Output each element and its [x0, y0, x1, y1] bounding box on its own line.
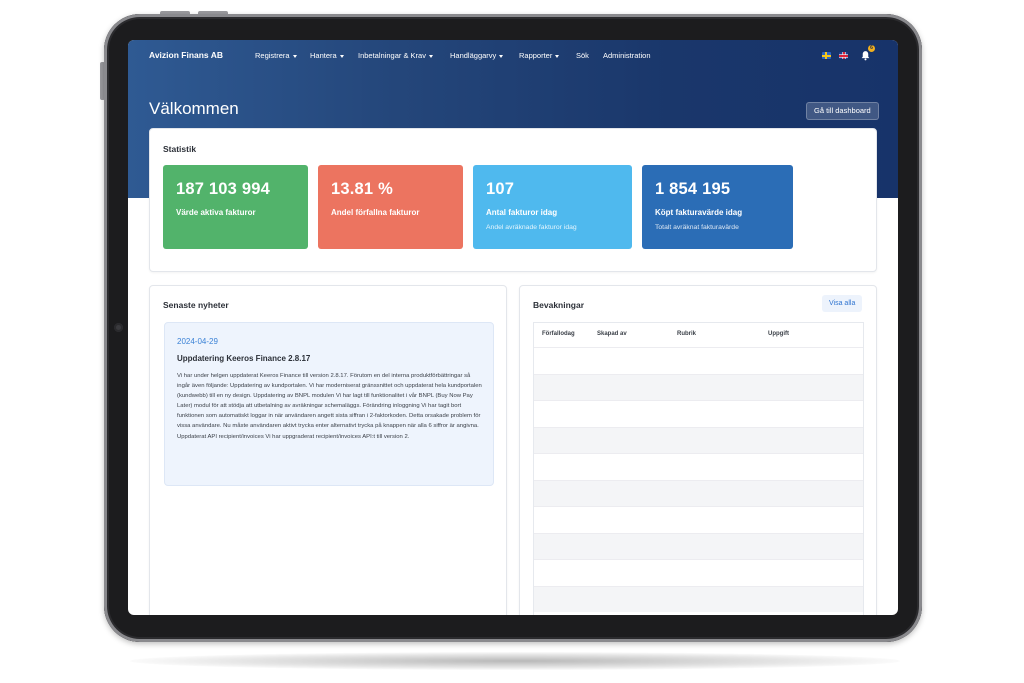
- news-date: 2024-04-29: [177, 337, 218, 346]
- go-to-dashboard-button[interactable]: Gå till dashboard: [806, 102, 879, 120]
- news-headline: Uppdatering Keeros Finance 2.8.17: [177, 354, 311, 363]
- nav-item-administration[interactable]: Administration: [603, 51, 651, 60]
- nav-item-rapporter[interactable]: Rapporter: [519, 51, 560, 60]
- stat-label: Köpt fakturavärde idag: [655, 208, 743, 217]
- stat-card-invoices-today: 107 Antal fakturor idag Andel avräknade …: [473, 165, 632, 249]
- table-row: [534, 585, 863, 612]
- stat-sublabel: Andel avräknade fakturor idag: [486, 224, 577, 231]
- table-row: [534, 532, 863, 559]
- tablet-shadow: [130, 652, 900, 670]
- nav-item-handlaggarvy[interactable]: Handläggarvy: [450, 51, 504, 60]
- table-row: [534, 373, 863, 400]
- statistics-title: Statistik: [163, 144, 197, 154]
- stat-label: Andel förfallna fakturor: [331, 208, 420, 217]
- table-row: [534, 426, 863, 453]
- stat-card-active-invoices: 187 103 994 Värde aktiva fakturor: [163, 165, 308, 249]
- notification-badge: 6: [868, 45, 875, 52]
- table-row: [534, 347, 863, 374]
- caret-down-icon: [555, 54, 560, 58]
- stat-card-purchased-value: 1 854 195 Köpt fakturavärde idag Totalt …: [642, 165, 793, 249]
- table-row: [534, 400, 863, 427]
- product-mockup: Avizion Finans AB Registrera Hantera Inb…: [0, 0, 1024, 683]
- brand-name[interactable]: Avizion Finans AB: [149, 50, 223, 60]
- caret-down-icon: [499, 54, 504, 58]
- nav-item-hantera[interactable]: Hantera: [310, 51, 344, 60]
- tablet-screen: Avizion Finans AB Registrera Hantera Inb…: [128, 40, 898, 615]
- watch-card: Bevakningar Visa alla Förfallodag Skapad…: [519, 285, 877, 615]
- watch-table: Förfallodag Skapad av Rubrik Uppgift: [533, 322, 864, 615]
- news-item: 2024-04-29 Uppdatering Keeros Finance 2.…: [164, 322, 494, 486]
- news-title: Senaste nyheter: [163, 300, 229, 310]
- table-row: [534, 559, 863, 586]
- stat-value: 187 103 994: [176, 180, 270, 198]
- column-header-task[interactable]: Uppgift: [768, 331, 789, 337]
- stat-card-overdue-share: 13.81 % Andel förfallna fakturor: [318, 165, 463, 249]
- show-all-button[interactable]: Visa alla: [822, 295, 863, 312]
- news-body: Vi har under helgen uppdaterat Keeros Fi…: [177, 373, 482, 440]
- news-card: Senaste nyheter 2024-04-29 Uppdatering K…: [149, 285, 507, 615]
- page-title: Välkommen: [149, 99, 239, 118]
- nav-item-inbetalningar-krav[interactable]: Inbetalningar & Krav: [358, 51, 433, 60]
- caret-down-icon: [292, 54, 297, 58]
- swedish-flag-icon[interactable]: [822, 52, 831, 59]
- column-header-due-date[interactable]: Förfallodag: [542, 331, 575, 337]
- table-row: [534, 479, 863, 506]
- stat-value: 1 854 195: [655, 180, 731, 198]
- uk-flag-icon[interactable]: [839, 52, 848, 59]
- stat-label: Värde aktiva fakturor: [176, 208, 256, 217]
- stat-value: 13.81 %: [331, 180, 393, 198]
- column-header-created-by[interactable]: Skapad av: [597, 331, 627, 337]
- stat-value: 107: [486, 180, 515, 198]
- camera-icon: [114, 323, 123, 332]
- stat-sublabel: Totalt avräknat fakturavärde: [655, 224, 739, 231]
- stat-label: Antal fakturor idag: [486, 208, 558, 217]
- top-navbar: Avizion Finans AB Registrera Hantera Inb…: [128, 40, 898, 70]
- table-row: [534, 453, 863, 480]
- column-header-title[interactable]: Rubrik: [677, 331, 696, 337]
- watch-title: Bevakningar: [533, 300, 585, 310]
- nav-item-registrera[interactable]: Registrera: [255, 51, 297, 60]
- table-row: [534, 506, 863, 533]
- caret-down-icon: [428, 54, 433, 58]
- caret-down-icon: [339, 54, 344, 58]
- nav-item-sok[interactable]: Sök: [576, 51, 589, 60]
